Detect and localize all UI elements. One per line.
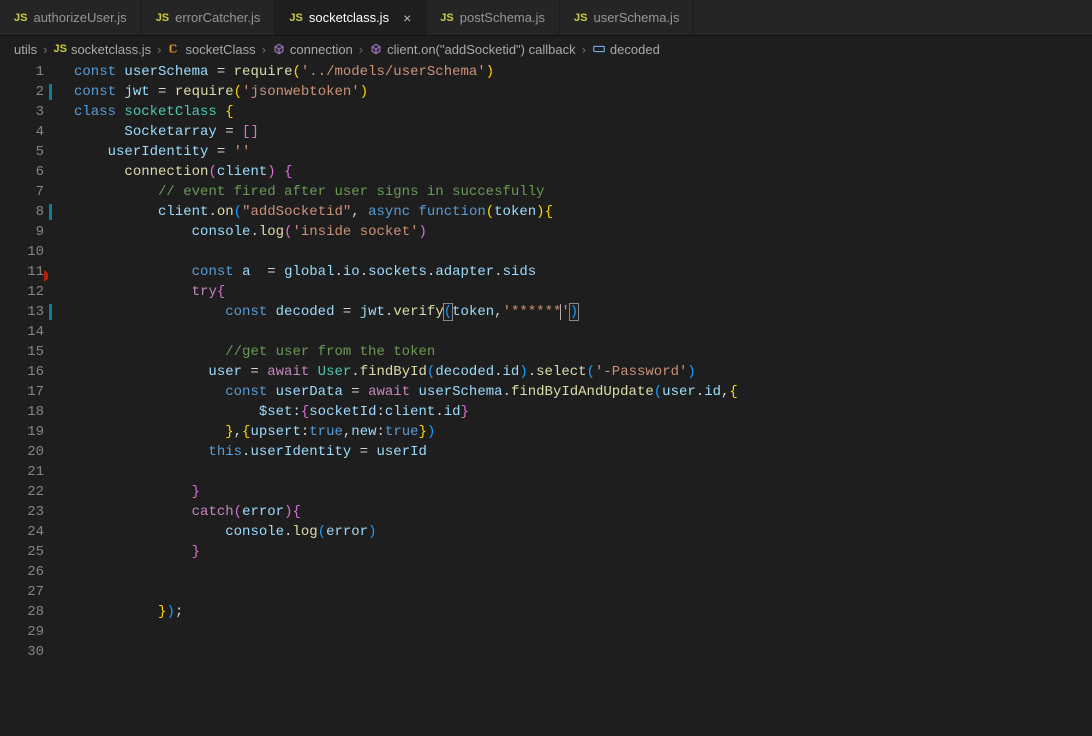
code-line[interactable]: const decoded = jwt.verify(token,'******… — [74, 302, 1092, 322]
line-number: 18 — [0, 402, 44, 422]
line-number: 19 — [0, 422, 44, 442]
code-line[interactable]: const a = global.io.sockets.adapter.sids — [74, 262, 1092, 282]
code-editor[interactable]: 1234567891011121314151617181920212223242… — [0, 62, 1092, 662]
tab-authorize-user[interactable]: JS authorizeUser.js — [0, 0, 142, 35]
editor-tabbar: JS authorizeUser.js JS errorCatcher.js J… — [0, 0, 1092, 36]
breadcrumb-class[interactable]: socketClass — [185, 42, 255, 57]
line-number: 14 — [0, 322, 44, 342]
symbol-class-icon — [167, 42, 181, 56]
code-line[interactable]: Socketarray = [] — [74, 122, 1092, 142]
tab-label: authorizeUser.js — [33, 10, 126, 25]
line-number: 12 — [0, 282, 44, 302]
code-line[interactable]: } — [74, 542, 1092, 562]
line-number: 28 — [0, 602, 44, 622]
code-line[interactable]: catch(error){ — [74, 502, 1092, 522]
line-number: 22 — [0, 482, 44, 502]
code-line[interactable]: try{ — [74, 282, 1092, 302]
code-line[interactable]: },{upsert:true,new:true}) — [74, 422, 1092, 442]
chevron-right-icon: › — [155, 42, 163, 57]
tab-label: userSchema.js — [593, 10, 679, 25]
code-line[interactable]: const jwt = require('jsonwebtoken') — [74, 82, 1092, 102]
tab-socketclass[interactable]: JS socketclass.js × — [275, 0, 426, 35]
line-number: 26 — [0, 562, 44, 582]
line-number: 24 — [0, 522, 44, 542]
code-line[interactable]: user = await User.findById(decoded.id).s… — [74, 362, 1092, 382]
code-line[interactable]: } — [74, 482, 1092, 502]
breadcrumb-method[interactable]: connection — [290, 42, 353, 57]
line-number: 8 — [0, 202, 44, 222]
line-number: 15 — [0, 342, 44, 362]
symbol-method-icon — [272, 42, 286, 56]
code-content[interactable]: const userSchema = require('../models/us… — [62, 62, 1092, 662]
line-number: 30 — [0, 642, 44, 662]
line-number: 25 — [0, 542, 44, 562]
code-line[interactable]: connection(client) { — [74, 162, 1092, 182]
line-number: 2 — [0, 82, 44, 102]
js-file-icon: JS — [289, 12, 302, 24]
line-number: 11 — [0, 262, 44, 282]
code-line[interactable]: }); — [74, 602, 1092, 622]
breadcrumb-file[interactable]: socketclass.js — [71, 42, 151, 57]
tab-post-schema[interactable]: JS postSchema.js — [426, 0, 560, 35]
code-line[interactable] — [74, 582, 1092, 602]
code-line[interactable]: userIdentity = '' — [74, 142, 1092, 162]
breadcrumb-callback[interactable]: client.on("addSocketid") callback — [387, 42, 575, 57]
line-number: 6 — [0, 162, 44, 182]
code-line[interactable] — [74, 622, 1092, 642]
code-line[interactable]: const userSchema = require('../models/us… — [74, 62, 1092, 82]
tab-label: errorCatcher.js — [175, 10, 260, 25]
code-line[interactable]: const userData = await userSchema.findBy… — [74, 382, 1092, 402]
code-line[interactable]: //get user from the token — [74, 342, 1092, 362]
breadcrumb-variable[interactable]: decoded — [610, 42, 660, 57]
line-number: 27 — [0, 582, 44, 602]
code-line[interactable]: // event fired after user signs in succe… — [74, 182, 1092, 202]
symbol-variable-icon — [592, 42, 606, 56]
js-file-icon: JS — [53, 43, 66, 55]
breadcrumb[interactable]: utils › JS socketclass.js › socketClass … — [0, 36, 1092, 62]
line-number: 7 — [0, 182, 44, 202]
chevron-right-icon: › — [260, 42, 268, 57]
line-number: 16 — [0, 362, 44, 382]
code-line[interactable]: this.userIdentity = userId — [74, 442, 1092, 462]
tab-label: socketclass.js — [309, 10, 389, 25]
line-number: 1 — [0, 62, 44, 82]
line-number: 21 — [0, 462, 44, 482]
line-number: 4 — [0, 122, 44, 142]
line-number: 13 — [0, 302, 44, 322]
js-file-icon: JS — [440, 12, 453, 24]
code-line[interactable] — [74, 322, 1092, 342]
chevron-right-icon: › — [41, 42, 49, 57]
code-line[interactable] — [74, 462, 1092, 482]
line-number: 5 — [0, 142, 44, 162]
code-line[interactable]: console.log(error) — [74, 522, 1092, 542]
line-number: 20 — [0, 442, 44, 462]
code-line[interactable] — [74, 242, 1092, 262]
code-line[interactable]: $set:{socketId:client.id} — [74, 402, 1092, 422]
tab-error-catcher[interactable]: JS errorCatcher.js — [142, 0, 276, 35]
js-file-icon: JS — [574, 12, 587, 24]
js-file-icon: JS — [14, 12, 27, 24]
line-number: 3 — [0, 102, 44, 122]
code-line[interactable]: client.on("addSocketid", async function(… — [74, 202, 1092, 222]
chevron-right-icon: › — [357, 42, 365, 57]
line-number: 23 — [0, 502, 44, 522]
symbol-method-icon — [369, 42, 383, 56]
tab-label: postSchema.js — [460, 10, 545, 25]
code-line[interactable] — [74, 562, 1092, 582]
js-file-icon: JS — [156, 12, 169, 24]
breadcrumb-folder[interactable]: utils — [14, 42, 37, 57]
code-line[interactable] — [74, 642, 1092, 662]
tab-user-schema[interactable]: JS userSchema.js — [560, 0, 694, 35]
code-line[interactable]: console.log('inside socket') — [74, 222, 1092, 242]
line-number: 17 — [0, 382, 44, 402]
line-number: 9 — [0, 222, 44, 242]
close-icon[interactable]: × — [403, 11, 411, 25]
line-number: 29 — [0, 622, 44, 642]
line-number-gutter: 1234567891011121314151617181920212223242… — [0, 62, 62, 662]
code-line[interactable]: class socketClass { — [74, 102, 1092, 122]
line-number: 10 — [0, 242, 44, 262]
chevron-right-icon: › — [580, 42, 588, 57]
